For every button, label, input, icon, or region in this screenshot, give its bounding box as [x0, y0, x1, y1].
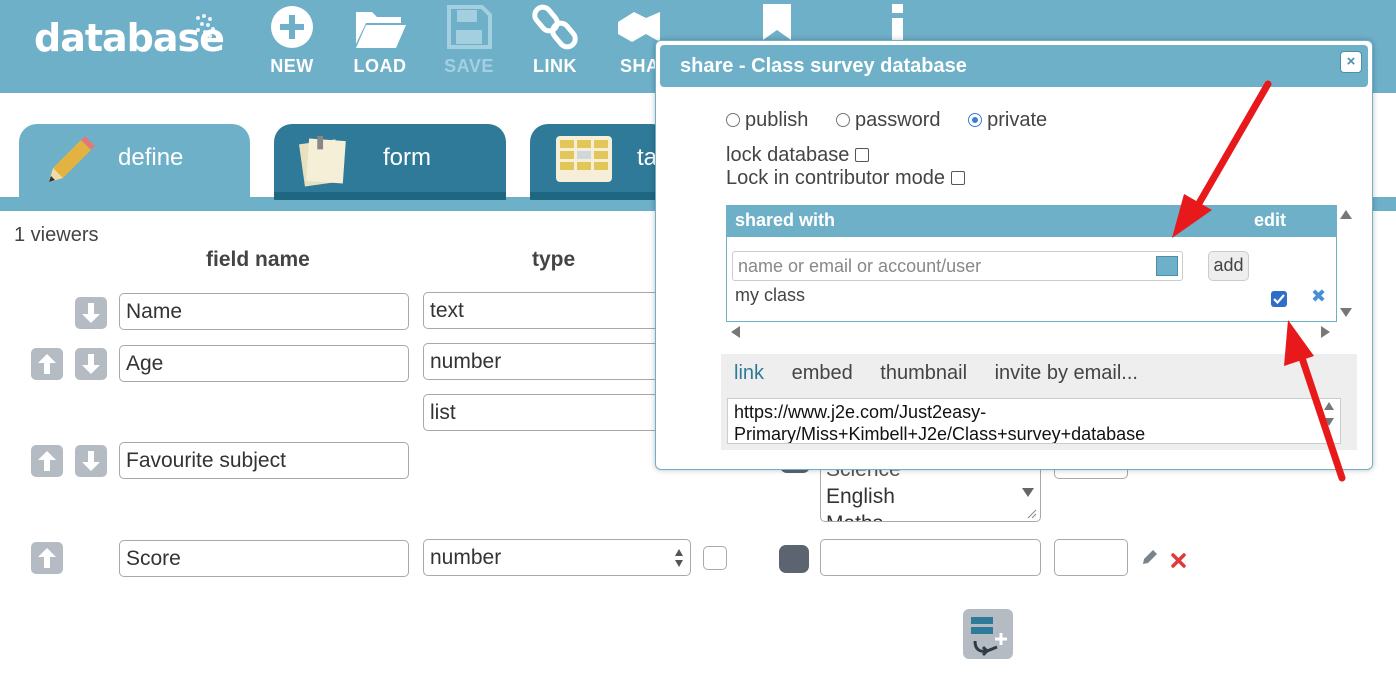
annotation-arrow-icon: [1172, 80, 1272, 238]
annotation-arrows: [1172, 80, 1346, 482]
annotation-arrow-icon: [1284, 320, 1346, 482]
